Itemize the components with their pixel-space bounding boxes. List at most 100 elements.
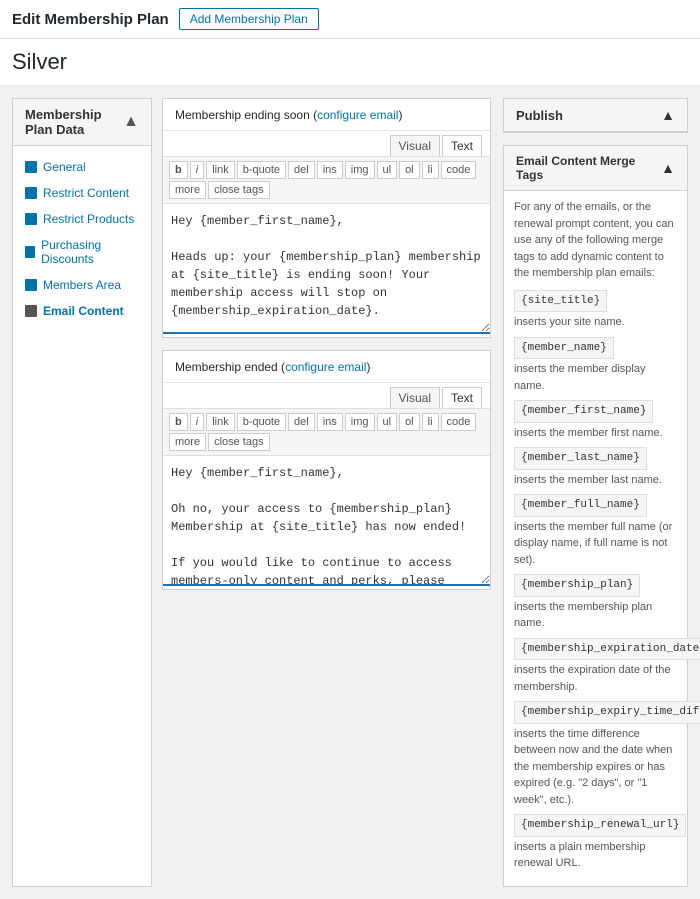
visual-tab-1[interactable]: Visual bbox=[390, 135, 440, 156]
publish-box: Publish ▲ bbox=[503, 98, 688, 133]
merge-tag-code-membership-renewal-url: {membership_renewal_url} bbox=[514, 814, 686, 837]
italic-btn-2[interactable]: i bbox=[190, 413, 204, 431]
publish-header: Publish ▲ bbox=[504, 99, 687, 132]
ending-soon-section: Membership ending soon (configure email)… bbox=[162, 98, 491, 338]
ending-soon-editor[interactable]: Hey {member_first_name}, Heads up: your … bbox=[163, 204, 490, 334]
ul-btn-2[interactable]: ul bbox=[377, 413, 398, 431]
sidebar-item-restrict-content[interactable]: Restrict Content bbox=[13, 180, 151, 206]
sidebar-label-purchasing-discounts: Purchasing Discounts bbox=[41, 238, 139, 266]
close-tags-btn-2[interactable]: close tags bbox=[208, 433, 270, 451]
bquote-btn-1[interactable]: b-quote bbox=[237, 161, 286, 179]
del-btn-1[interactable]: del bbox=[288, 161, 315, 179]
merge-tag-code-member-name: {member_name} bbox=[514, 337, 614, 360]
merge-tags-toggle-icon[interactable]: ▲ bbox=[661, 160, 675, 176]
merge-tag-desc-member-first-name: inserts the member first name. bbox=[514, 425, 677, 442]
more-btn-2[interactable]: more bbox=[169, 433, 206, 451]
publish-toggle-icon[interactable]: ▲ bbox=[661, 107, 675, 123]
bquote-btn-2[interactable]: b-quote bbox=[237, 413, 286, 431]
li-btn-2[interactable]: li bbox=[422, 413, 439, 431]
link-btn-2[interactable]: link bbox=[206, 413, 235, 431]
sidebar-label-email-content: Email Content bbox=[43, 304, 124, 318]
full-layout: Membership Plan Data ▲ General Restrict … bbox=[0, 86, 700, 899]
li-btn-1[interactable]: li bbox=[422, 161, 439, 179]
bold-btn-1[interactable]: b bbox=[169, 161, 188, 179]
page-wrapper: Edit Membership Plan Add Membership Plan… bbox=[0, 0, 700, 899]
ol-btn-2[interactable]: ol bbox=[399, 413, 420, 431]
merge-tag-desc-membership-plan: inserts the membership plan name. bbox=[514, 599, 677, 632]
sidebar-item-members-area[interactable]: Members Area bbox=[13, 272, 151, 298]
ending-soon-title: Membership ending soon (configure email) bbox=[175, 108, 402, 122]
merge-tag-desc-member-full-name: inserts the member full name (or display… bbox=[514, 519, 677, 569]
merge-tags-content: For any of the emails, or the renewal pr… bbox=[504, 191, 687, 886]
ending-soon-header: Membership ending soon (configure email) bbox=[163, 99, 490, 131]
more-btn-1[interactable]: more bbox=[169, 181, 206, 199]
sidebar-header: Membership Plan Data ▲ bbox=[13, 99, 151, 146]
italic-btn-1[interactable]: i bbox=[190, 161, 204, 179]
merge-tag-desc-membership-renewal-url: inserts a plain membership renewal URL. bbox=[514, 839, 677, 872]
page-title: Edit Membership Plan bbox=[12, 11, 169, 28]
publish-title: Publish bbox=[516, 108, 563, 123]
merge-tag-code-site-title: {site_title} bbox=[514, 290, 607, 313]
merge-tag-code-membership-expiration-date: {membership_expiration_date} bbox=[514, 638, 700, 661]
sidebar-item-purchasing-discounts[interactable]: Purchasing Discounts bbox=[13, 232, 151, 272]
sidebar-label-general: General bbox=[43, 160, 86, 174]
merge-tag-desc-member-name: inserts the member display name. bbox=[514, 361, 677, 394]
editor-toolbar-1: b i link b-quote del ins img ul ol li co… bbox=[163, 157, 490, 204]
merge-tag-member-first-name: {member_first_name} inserts the member f… bbox=[514, 400, 677, 441]
sidebar-label-restrict-content: Restrict Content bbox=[43, 186, 129, 200]
merge-tag-code-member-full-name: {member_full_name} bbox=[514, 494, 647, 517]
configure-email-link-2[interactable]: configure email bbox=[285, 360, 366, 374]
merge-tag-membership-expiry-time-diff: {membership_expiry_time_diff} inserts th… bbox=[514, 701, 677, 808]
del-btn-2[interactable]: del bbox=[288, 413, 315, 431]
right-sidebar: Publish ▲ Email Content Merge Tags ▲ For… bbox=[503, 98, 688, 887]
merge-tag-desc-membership-expiry-time-diff: inserts the time difference between now … bbox=[514, 726, 677, 809]
sidebar-title: Membership Plan Data bbox=[25, 107, 123, 137]
text-tab-2[interactable]: Text bbox=[442, 387, 482, 408]
restrict-products-icon bbox=[25, 213, 37, 225]
members-area-icon bbox=[25, 279, 37, 291]
merge-tags-title: Email Content Merge Tags bbox=[516, 154, 661, 182]
ended-header: Membership ended (configure email) bbox=[163, 351, 490, 383]
merge-tag-site-title: {site_title} inserts your site name. bbox=[514, 290, 677, 331]
add-membership-plan-button[interactable]: Add Membership Plan bbox=[179, 8, 319, 30]
merge-tags-box: Email Content Merge Tags ▲ For any of th… bbox=[503, 145, 688, 887]
code-btn-1[interactable]: code bbox=[441, 161, 477, 179]
editor-tabs-2: Visual Text bbox=[163, 383, 490, 409]
visual-tab-2[interactable]: Visual bbox=[390, 387, 440, 408]
ended-section: Membership ended (configure email) Visua… bbox=[162, 350, 491, 590]
configure-email-link-1[interactable]: configure email bbox=[317, 108, 398, 122]
merge-tag-membership-renewal-url: {membership_renewal_url} inserts a plain… bbox=[514, 814, 677, 872]
close-tags-btn-1[interactable]: close tags bbox=[208, 181, 270, 199]
merge-tags-header: Email Content Merge Tags ▲ bbox=[504, 146, 687, 191]
sidebar-item-restrict-products[interactable]: Restrict Products bbox=[13, 206, 151, 232]
merge-tag-member-last-name: {member_last_name} inserts the member la… bbox=[514, 447, 677, 488]
img-btn-2[interactable]: img bbox=[345, 413, 375, 431]
text-tab-1[interactable]: Text bbox=[442, 135, 482, 156]
sidebar-nav: General Restrict Content Restrict Produc… bbox=[13, 146, 151, 332]
general-icon bbox=[25, 161, 37, 173]
sidebar-item-general[interactable]: General bbox=[13, 154, 151, 180]
bold-btn-2[interactable]: b bbox=[169, 413, 188, 431]
sidebar-item-email-content[interactable]: Email Content bbox=[13, 298, 151, 324]
ended-title: Membership ended (configure email) bbox=[175, 360, 370, 374]
left-area: Membership Plan Data ▲ General Restrict … bbox=[12, 98, 491, 887]
merge-tag-desc-membership-expiration-date: inserts the expiration date of the membe… bbox=[514, 662, 677, 695]
main-content: Membership ending soon (configure email)… bbox=[162, 98, 491, 887]
ins-btn-2[interactable]: ins bbox=[317, 413, 343, 431]
link-btn-1[interactable]: link bbox=[206, 161, 235, 179]
code-btn-2[interactable]: code bbox=[441, 413, 477, 431]
ended-editor[interactable]: Hey {member_first_name}, Oh no, your acc… bbox=[163, 456, 490, 586]
merge-tag-membership-plan: {membership_plan} inserts the membership… bbox=[514, 574, 677, 632]
purchasing-discounts-icon bbox=[25, 246, 35, 258]
merge-tag-desc-site-title: inserts your site name. bbox=[514, 314, 677, 331]
img-btn-1[interactable]: img bbox=[345, 161, 375, 179]
merge-tag-code-member-first-name: {member_first_name} bbox=[514, 400, 653, 423]
ins-btn-1[interactable]: ins bbox=[317, 161, 343, 179]
page-header: Edit Membership Plan Add Membership Plan bbox=[0, 0, 700, 39]
merge-tag-code-member-last-name: {member_last_name} bbox=[514, 447, 647, 470]
merge-tag-member-full-name: {member_full_name} inserts the member fu… bbox=[514, 494, 677, 568]
ol-btn-1[interactable]: ol bbox=[399, 161, 420, 179]
merge-tags-intro: For any of the emails, or the renewal pr… bbox=[514, 199, 677, 282]
ul-btn-1[interactable]: ul bbox=[377, 161, 398, 179]
sidebar-toggle-icon[interactable]: ▲ bbox=[123, 113, 139, 131]
